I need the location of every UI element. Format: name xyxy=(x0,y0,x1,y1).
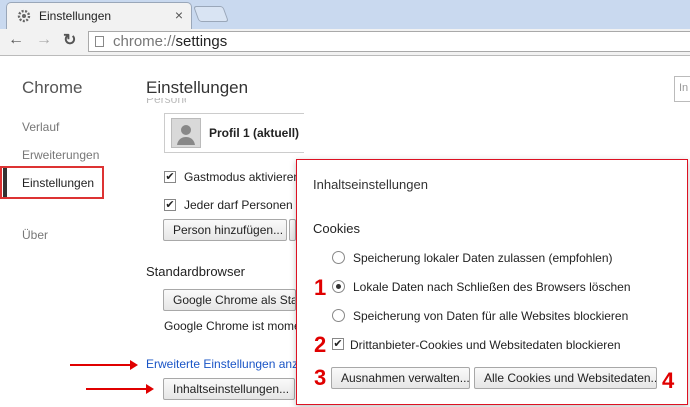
sidebar-title: Chrome xyxy=(22,78,83,97)
radio-block-all[interactable] xyxy=(332,309,345,322)
address-bar[interactable]: chrome://settings xyxy=(88,31,690,52)
profile-name: Profil 1 (aktuell) xyxy=(209,126,300,140)
advanced-settings-link[interactable]: Erweiterte Einstellungen anzei xyxy=(146,357,307,371)
close-icon[interactable]: × xyxy=(175,7,183,23)
sidebar-item-about[interactable]: Über xyxy=(22,228,48,242)
radio-allow-local-data-label: Speicherung lokaler Daten zulassen (empf… xyxy=(353,251,613,265)
highlight-box xyxy=(0,166,104,199)
sidebar-item-extensions[interactable]: Erweiterungen xyxy=(22,148,99,162)
section-heading-default-browser: Standardbrowser xyxy=(146,264,245,279)
anyone-add-checkbox[interactable]: ✔ xyxy=(164,199,176,211)
cookies-heading: Cookies xyxy=(313,221,360,236)
page-title: Einstellungen xyxy=(146,78,249,97)
radio-block-all-label: Speicherung von Daten für alle Websites … xyxy=(353,309,629,323)
gear-icon xyxy=(17,9,31,23)
new-tab-button[interactable] xyxy=(193,6,229,22)
person-icon xyxy=(177,125,195,145)
avatar xyxy=(171,118,201,148)
content-settings-button[interactable]: Inhaltseinstellungen... xyxy=(163,378,295,400)
section-heading-people: Personen xyxy=(146,98,186,106)
annotation-number-1: 1 xyxy=(314,275,327,300)
url-text: chrome://settings xyxy=(113,33,228,50)
anyone-add-label: Jeder darf Personen zu xyxy=(184,198,309,212)
annotation-arrow xyxy=(70,360,138,370)
third-party-cookies-label: Drittanbieter-Cookies und Websitedaten b… xyxy=(350,338,621,352)
tab-settings[interactable]: Einstellungen × xyxy=(6,2,192,29)
radio-allow-local-data[interactable] xyxy=(332,251,345,264)
tab-title: Einstellungen xyxy=(39,9,112,23)
default-status-text: Google Chrome ist momer xyxy=(164,319,305,333)
guest-mode-checkbox[interactable]: ✔ xyxy=(164,171,176,183)
edit-person-button[interactable] xyxy=(289,219,296,241)
annotation-number-2: 2 xyxy=(314,332,327,357)
sidebar-item-history[interactable]: Verlauf xyxy=(22,120,59,134)
third-party-cookies-checkbox[interactable]: ✔ xyxy=(332,338,344,350)
annotation-number-3: 3 xyxy=(314,365,327,390)
back-icon[interactable]: ← xyxy=(8,31,24,49)
guest-mode-label: Gastmodus aktivieren xyxy=(184,170,301,184)
add-person-button[interactable]: Person hinzufügen... xyxy=(163,219,287,241)
forward-icon[interactable]: → xyxy=(36,31,52,49)
all-cookies-button[interactable]: Alle Cookies und Websitedaten... xyxy=(474,367,657,389)
annotation-number-4: 4 xyxy=(662,368,675,393)
dialog-title: Inhaltseinstellungen xyxy=(313,177,428,192)
radio-clear-on-exit-label: Lokale Daten nach Schließen des Browsers… xyxy=(353,280,631,294)
search-input[interactable]: In xyxy=(674,76,690,102)
annotation-arrow xyxy=(86,384,154,394)
radio-clear-on-exit[interactable] xyxy=(332,280,345,293)
page-icon xyxy=(95,36,104,47)
make-default-button[interactable]: Google Chrome als Stan xyxy=(163,289,296,311)
reload-icon[interactable]: ↻ xyxy=(63,30,76,50)
manage-exceptions-button[interactable]: Ausnahmen verwalten... xyxy=(331,367,470,389)
